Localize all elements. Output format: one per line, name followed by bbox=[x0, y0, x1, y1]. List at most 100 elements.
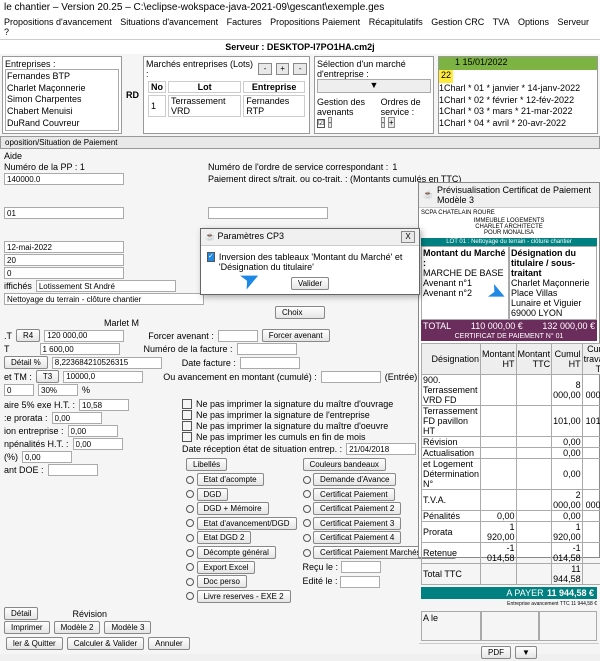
choix-button[interactable]: Choix bbox=[275, 306, 325, 319]
radio[interactable] bbox=[303, 476, 311, 484]
os-list[interactable]: 1Charl * 01 * janvier * 14-janv-2022 1Ch… bbox=[439, 83, 597, 130]
menu-item[interactable]: Propositions Paiement bbox=[270, 17, 360, 27]
grid-btn[interactable]: Certificat Paiement 3 bbox=[313, 517, 401, 530]
detail-pct-button[interactable]: Détail % bbox=[4, 356, 48, 369]
radio[interactable] bbox=[186, 490, 194, 498]
montant-input[interactable] bbox=[4, 173, 124, 185]
grid-btn[interactable]: Etat d'avancement/DGD bbox=[197, 517, 297, 530]
plus-button[interactable]: + bbox=[276, 63, 290, 75]
menu-item[interactable]: Options bbox=[518, 17, 549, 27]
input-01[interactable] bbox=[4, 207, 124, 219]
list-item[interactable]: 1Charl * 02 * février * 12-fév-2022 bbox=[439, 95, 597, 107]
recu-input[interactable] bbox=[341, 561, 381, 573]
list-item[interactable]: Fernandes BTP bbox=[7, 71, 117, 83]
grid-btn[interactable]: Export Excel bbox=[197, 561, 256, 574]
pen-input[interactable] bbox=[73, 438, 123, 450]
t-input[interactable] bbox=[40, 343, 120, 355]
radio[interactable] bbox=[186, 534, 194, 542]
prorata-input[interactable] bbox=[52, 412, 102, 424]
zero-input[interactable] bbox=[4, 384, 34, 396]
aide-link[interactable]: Aide bbox=[4, 151, 596, 161]
radio[interactable] bbox=[303, 549, 311, 557]
radio[interactable] bbox=[303, 505, 311, 513]
list-item[interactable]: Charlet Maçonnerie bbox=[7, 83, 117, 95]
list-item[interactable]: 1Charl * 04 * avril * 20-avr-2022 bbox=[439, 118, 597, 130]
grid-btn[interactable]: Libellés bbox=[186, 458, 227, 471]
aire5-input[interactable] bbox=[79, 399, 129, 411]
minus-button[interactable]: - bbox=[293, 63, 307, 75]
menu-item[interactable]: Récapitulatifs bbox=[369, 17, 423, 27]
grid-btn[interactable]: Certificat Paiement 4 bbox=[313, 531, 401, 544]
menu-item[interactable]: TVA bbox=[493, 17, 510, 27]
list-item[interactable]: 1Charl * 01 * janvier * 14-janv-2022 bbox=[439, 83, 597, 95]
detail-input[interactable] bbox=[52, 357, 162, 369]
menu-item[interactable]: Propositions d'avancement bbox=[4, 17, 112, 27]
grid-btn[interactable]: Doc perso bbox=[197, 575, 247, 588]
list-item[interactable]: Simon Charpentes bbox=[7, 94, 117, 106]
close-button[interactable]: X bbox=[401, 231, 415, 243]
edite-input[interactable] bbox=[340, 576, 380, 588]
radio[interactable] bbox=[186, 549, 194, 557]
radio[interactable] bbox=[186, 519, 194, 527]
menu-item[interactable]: Situations d'avancement bbox=[120, 17, 218, 27]
modele3-button[interactable]: Modèle 3 bbox=[104, 621, 151, 634]
grid-btn[interactable]: Etat DGD 2 bbox=[197, 531, 252, 544]
grid-btn[interactable]: Livre reserves - EXE 2 bbox=[197, 590, 291, 603]
date-cell[interactable]: 1 15/01/2022 bbox=[453, 57, 597, 70]
radio[interactable] bbox=[186, 476, 194, 484]
lot-input[interactable] bbox=[36, 280, 176, 292]
detail-button[interactable]: Détail bbox=[4, 607, 38, 620]
menu-item[interactable]: Factures bbox=[227, 17, 262, 27]
grid-btn[interactable]: Etat d'acompte bbox=[197, 473, 264, 486]
table-row[interactable]: 1Terrassement VRDFernandes RTP bbox=[148, 95, 305, 117]
radio[interactable] bbox=[186, 505, 194, 513]
menu-item[interactable]: ? bbox=[4, 27, 9, 37]
menu-item[interactable]: Serveur bbox=[558, 17, 590, 27]
list-item[interactable]: DuRand Couvreur bbox=[7, 118, 117, 130]
locent-input[interactable] bbox=[68, 425, 118, 437]
inversion-checkbox[interactable]: ✓ bbox=[207, 252, 215, 262]
list-item[interactable]: 1Charl * 03 * mars * 21-mar-2022 bbox=[439, 106, 597, 118]
datefact-input[interactable] bbox=[240, 357, 300, 369]
input-20[interactable] bbox=[4, 254, 124, 266]
quitter-button[interactable]: ler & Quitter bbox=[6, 637, 63, 650]
checkbox[interactable] bbox=[182, 410, 192, 420]
avanc-input[interactable] bbox=[321, 371, 381, 383]
plus-button[interactable]: + bbox=[388, 117, 395, 128]
ced-input[interactable] bbox=[48, 464, 98, 476]
radio[interactable] bbox=[186, 563, 194, 571]
imprimer-button[interactable]: Imprimer bbox=[4, 621, 50, 634]
radio[interactable] bbox=[186, 592, 194, 600]
t3-input[interactable] bbox=[63, 371, 143, 383]
grid-btn[interactable]: Décompte général bbox=[197, 546, 276, 559]
radio[interactable] bbox=[303, 490, 311, 498]
valider-button[interactable]: Valider bbox=[291, 277, 329, 290]
cess-input[interactable] bbox=[22, 451, 72, 463]
pct30-input[interactable] bbox=[38, 384, 78, 396]
grid-btn[interactable]: Couleurs bandeaux bbox=[303, 458, 386, 471]
numfact-input[interactable] bbox=[237, 343, 297, 355]
grid-btn[interactable]: DGD bbox=[197, 488, 229, 501]
forcer-button[interactable]: Forcer avenant bbox=[262, 329, 330, 342]
minus-button[interactable]: - bbox=[258, 63, 272, 75]
input-blank[interactable] bbox=[208, 207, 328, 219]
dropdown-button[interactable]: ▼ bbox=[515, 646, 537, 659]
checkbox[interactable] bbox=[182, 432, 192, 442]
minus-button[interactable]: - bbox=[381, 117, 386, 128]
daterec-input[interactable] bbox=[346, 443, 416, 455]
grid-btn[interactable]: Demande d'Avance bbox=[313, 473, 396, 486]
grid-btn[interactable]: Certificat Paiement bbox=[313, 488, 395, 501]
radio[interactable] bbox=[186, 578, 194, 586]
minus-button[interactable]: - bbox=[328, 117, 333, 128]
r4-input[interactable] bbox=[44, 330, 124, 342]
radio[interactable] bbox=[303, 519, 311, 527]
r4-button[interactable]: R4 bbox=[16, 329, 40, 342]
forcer-input[interactable] bbox=[218, 330, 258, 342]
t3-button[interactable]: T3 bbox=[36, 370, 59, 383]
annuler-button[interactable]: Annuler bbox=[148, 637, 190, 650]
entreprise-list[interactable]: Fernandes BTP Charlet Maçonnerie Simon C… bbox=[5, 69, 119, 131]
date-input[interactable] bbox=[4, 241, 124, 253]
grid-btn[interactable]: Certificat Paiement 2 bbox=[313, 502, 401, 515]
radio[interactable] bbox=[303, 534, 311, 542]
menu-item[interactable]: Gestion CRC bbox=[431, 17, 484, 27]
